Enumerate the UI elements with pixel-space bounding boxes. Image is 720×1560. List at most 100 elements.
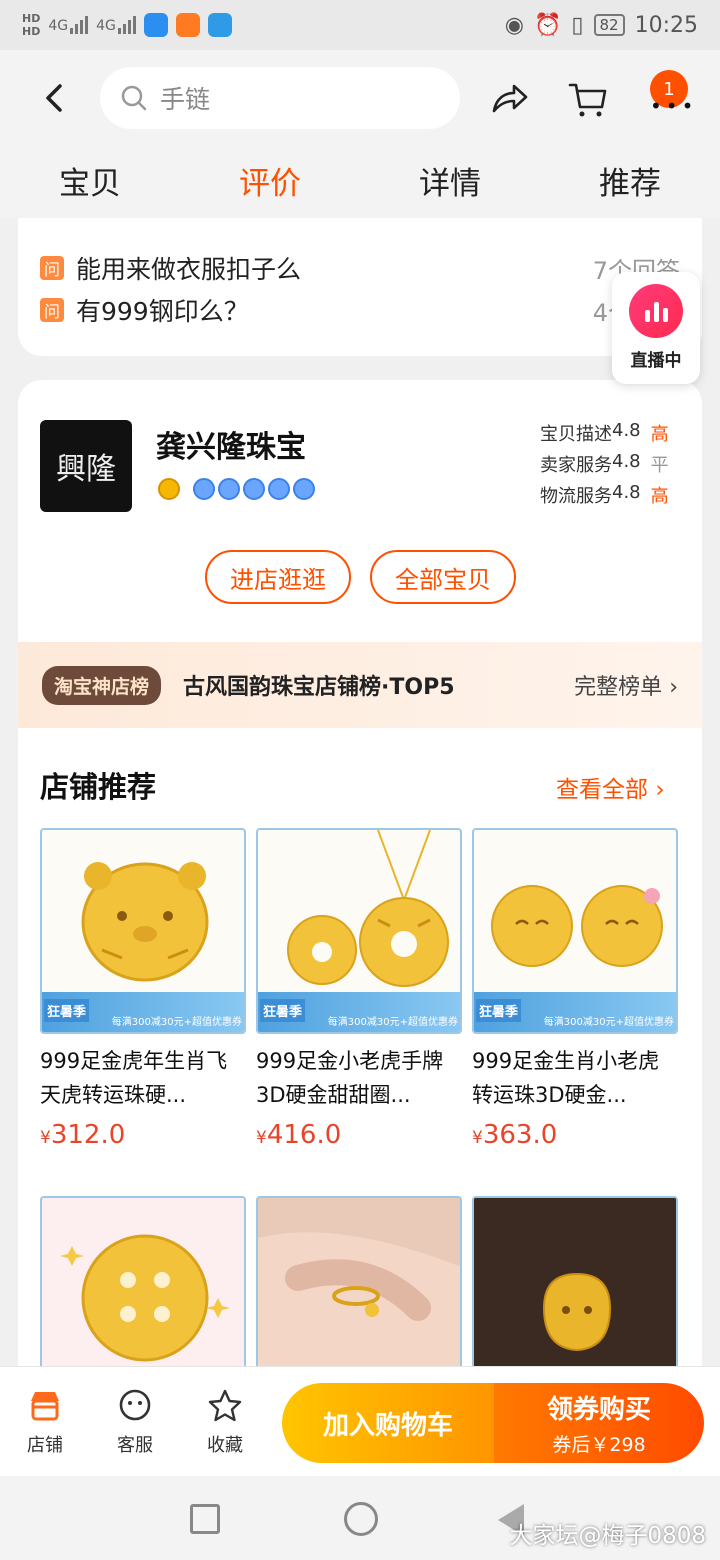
search-placeholder: 手链 bbox=[160, 85, 211, 114]
status-bar: HD HD 4G 4G ◉ ⏰ ▯ 82 10:25 bbox=[0, 0, 720, 50]
qa-row[interactable]: 问 有999钢印么？ 4个回答 bbox=[40, 292, 680, 328]
question-icon: 问 bbox=[40, 256, 64, 280]
qa-row[interactable]: 问 能用来做衣服扣子么 7个回答 bbox=[40, 250, 680, 286]
shop-scores: 宝贝描述 4.8 高 卖家服务 4.8 平 物流服务 4.8 高 bbox=[540, 420, 669, 513]
view-all-link[interactable]: 查看全部 › bbox=[556, 770, 665, 804]
live-label: 直播中 bbox=[630, 351, 682, 371]
qa-question: 能用来做衣服扣子么 bbox=[76, 255, 302, 284]
ranking-link-label: 完整榜单 bbox=[574, 675, 663, 700]
crown-icon bbox=[193, 478, 215, 500]
watermark: 大家坛@梅子0808 bbox=[509, 1523, 706, 1549]
promo-text: 每满300减30元+超值优惠券 bbox=[543, 1017, 674, 1028]
product-image[interactable]: 狂暑季 每满300减30元+超值优惠券 bbox=[40, 828, 246, 1034]
shop-name[interactable]: 龚兴隆珠宝 bbox=[156, 422, 306, 466]
qa-question: 有999钢印么？ bbox=[76, 297, 249, 326]
coupon-price: 券后￥298 bbox=[552, 1434, 646, 1456]
score-level: 高 bbox=[650, 424, 669, 445]
clock: 10:25 bbox=[634, 12, 698, 38]
product-card[interactable]: 狂暑季 每满300减30元+超值优惠券 999足金生肖小老虎转运珠3D硬金...… bbox=[472, 828, 678, 1150]
vibrate-icon: ▯ bbox=[571, 12, 584, 38]
score-label: 宝贝描述 bbox=[540, 424, 612, 445]
share-icon[interactable] bbox=[488, 77, 532, 121]
store-icon bbox=[31, 1392, 59, 1421]
score-value: 4.8 bbox=[612, 482, 641, 503]
score-label: 物流服务 bbox=[540, 486, 612, 507]
score-level: 平 bbox=[650, 455, 669, 476]
search-icon bbox=[121, 85, 147, 111]
bottom-action-bar: 店铺 客服 收藏 加入购物车 领券购买 券后￥298 bbox=[0, 1366, 720, 1476]
battery-icon: 82 bbox=[593, 14, 625, 36]
product-name: 999足金小老虎手牌3D硬金甜甜圈... bbox=[256, 1049, 444, 1107]
crown-icon bbox=[293, 478, 315, 500]
star-icon bbox=[208, 1389, 242, 1422]
currency-symbol: ¥ bbox=[256, 1128, 267, 1148]
product-card[interactable] bbox=[472, 1196, 678, 1380]
promo-tag: 狂暑季 bbox=[44, 999, 90, 1022]
add-to-cart-button[interactable]: 加入购物车 bbox=[282, 1383, 494, 1463]
header: 手链 1 ••• 宝贝 评价 详情 推荐 bbox=[0, 50, 720, 218]
crown-icon bbox=[218, 478, 240, 500]
recent-apps-icon[interactable] bbox=[190, 1504, 220, 1534]
tiger-plate-pendant-image bbox=[474, 1198, 676, 1380]
chevron-right-icon: › bbox=[655, 777, 665, 803]
crown-icon bbox=[268, 478, 290, 500]
crown-icon bbox=[243, 478, 265, 500]
price-value: 363.0 bbox=[482, 1120, 558, 1150]
visit-shop-button[interactable]: 进店逛逛 bbox=[205, 550, 351, 604]
shop-card: 興隆 龚兴隆珠宝 宝贝描述 4.8 高 卖家服务 4.8 平 物流服务 4.8 高 进店逛逛… bbox=[18, 380, 702, 1380]
favorite-button[interactable]: 收藏 bbox=[190, 1387, 260, 1457]
search-input[interactable]: 手链 bbox=[100, 67, 460, 129]
back-arrow-icon[interactable] bbox=[38, 80, 74, 116]
live-stream-button[interactable]: 直播中 bbox=[612, 272, 700, 384]
score-row: 卖家服务 4.8 平 bbox=[540, 451, 669, 482]
eye-icon: ◉ bbox=[504, 12, 524, 38]
product-image[interactable]: 狂暑季 每满300减30元+超值优惠券 bbox=[472, 828, 678, 1034]
promo-tag: 狂暑季 bbox=[260, 999, 306, 1022]
buy-with-coupon-button[interactable]: 领券购买 券后￥298 bbox=[494, 1383, 704, 1463]
ranking-link[interactable]: 完整榜单 › bbox=[574, 669, 678, 701]
gold-ring-hand-image bbox=[258, 1232, 460, 1380]
product-price: ¥312.0 bbox=[40, 1120, 246, 1150]
favorite-label: 收藏 bbox=[207, 1435, 243, 1456]
app-notification-icon bbox=[143, 13, 168, 37]
product-card[interactable]: 狂暑季 每满300减30元+超值优惠券 999足金虎年生肖飞天虎转运珠硬... … bbox=[40, 828, 246, 1150]
score-row: 物流服务 4.8 高 bbox=[540, 482, 669, 513]
promo-text: 每满300减30元+超值优惠券 bbox=[111, 1017, 242, 1028]
shop-logo[interactable]: 興隆 bbox=[40, 420, 132, 512]
product-name: 999足金生肖小老虎转运珠3D硬金... bbox=[472, 1049, 660, 1107]
ranking-banner[interactable]: 淘宝神店榜 古风国韵珠宝店铺榜·TOP5 完整榜单 › bbox=[18, 642, 702, 728]
home-icon[interactable] bbox=[344, 1502, 378, 1536]
all-products-button[interactable]: 全部宝贝 bbox=[370, 550, 516, 604]
product-card[interactable] bbox=[256, 1196, 462, 1380]
score-label: 卖家服务 bbox=[540, 455, 612, 476]
question-icon: 问 bbox=[40, 298, 64, 322]
live-icon bbox=[629, 284, 683, 338]
ranking-title: 古风国韵珠宝店铺榜·TOP5 bbox=[183, 675, 455, 700]
product-name: 999足金虎年生肖飞天虎转运珠硬... bbox=[40, 1049, 228, 1107]
gold-button-pendant-image bbox=[60, 1234, 230, 1362]
cart-icon[interactable] bbox=[566, 77, 610, 121]
price-value: 312.0 bbox=[50, 1120, 126, 1150]
signal-label: 4G bbox=[96, 18, 116, 34]
app-notification-icon bbox=[175, 13, 200, 37]
system-nav-bar: 大家坛@梅子0808 bbox=[0, 1476, 720, 1560]
view-all-label: 查看全部 bbox=[556, 777, 648, 803]
score-value: 4.8 bbox=[612, 420, 641, 441]
ranking-badge: 淘宝神店榜 bbox=[42, 665, 162, 705]
score-level: 高 bbox=[650, 486, 669, 507]
price-value: 416.0 bbox=[266, 1120, 342, 1150]
buy-label: 领券购买 bbox=[546, 1395, 651, 1425]
shop-nav-button[interactable]: 店铺 bbox=[10, 1387, 80, 1457]
signal-label: 4G bbox=[48, 18, 69, 34]
medal-icon bbox=[158, 478, 180, 500]
shop-nav-label: 店铺 bbox=[27, 1435, 63, 1456]
product-card[interactable]: 狂暑季 每满300减30元+超值优惠券 999足金小老虎手牌3D硬金甜甜圈...… bbox=[256, 828, 462, 1150]
product-image[interactable]: 狂暑季 每满300减30元+超值优惠券 bbox=[256, 828, 462, 1034]
customer-service-button[interactable]: 客服 bbox=[100, 1387, 170, 1457]
product-price: ¥416.0 bbox=[256, 1120, 462, 1150]
hd-indicator: HD HD bbox=[22, 12, 41, 38]
product-card[interactable] bbox=[40, 1196, 246, 1380]
more-icon[interactable]: ••• bbox=[650, 94, 693, 118]
chevron-right-icon: › bbox=[669, 675, 678, 700]
score-value: 4.8 bbox=[612, 451, 641, 472]
